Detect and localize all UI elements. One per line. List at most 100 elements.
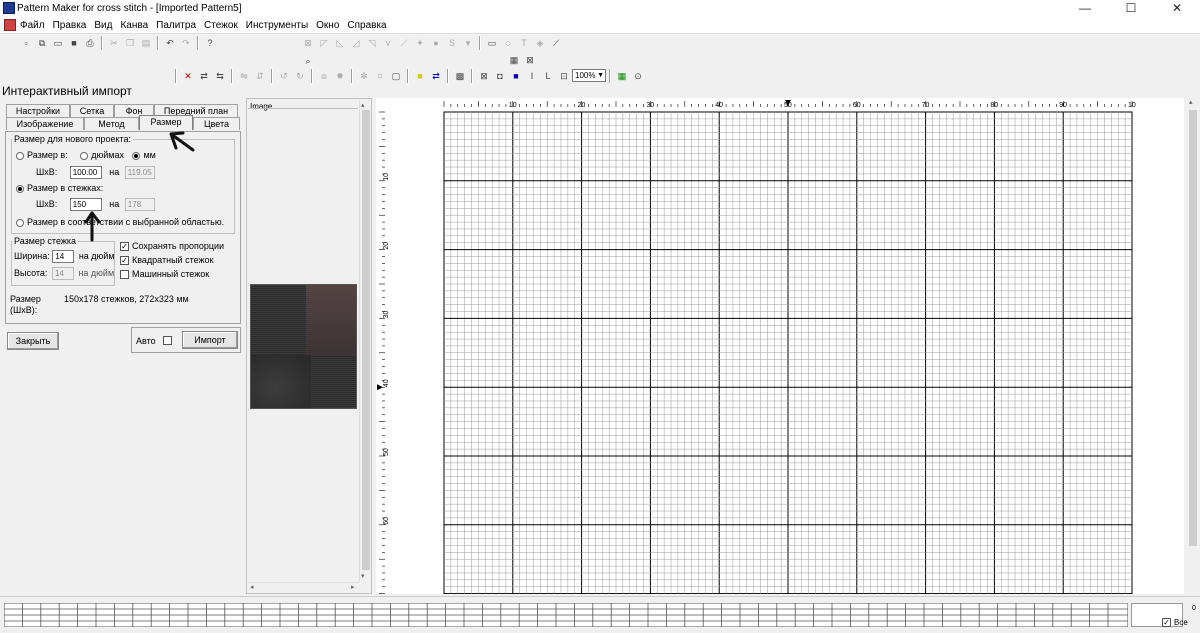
snowflake-icon[interactable]: ✼ [357,69,371,83]
half-stitch-icon[interactable]: ◸ [317,36,331,50]
minimize-button[interactable]: — [1062,0,1108,18]
grid-green-icon[interactable]: ▦ [615,69,629,83]
document-icon[interactable] [4,19,16,31]
tab-settings[interactable]: Настройки [6,104,70,117]
bead-icon[interactable]: ● [429,36,443,50]
symbol-view-icon[interactable]: ⊠ [523,53,537,67]
zoom-fit-icon[interactable]: ⊡ [557,69,571,83]
scroll-right-icon[interactable]: ▸ [351,583,355,591]
petite-stitch-icon[interactable]: ◹ [365,36,379,50]
swap-icon[interactable]: ⇆ [213,69,227,83]
close-window-button[interactable]: ✕ [1154,0,1200,18]
quarter-stitch-icon[interactable]: ◺ [333,36,347,50]
help-icon[interactable]: ? [203,36,217,50]
zoom-select[interactable]: 100% ▼ [572,69,606,82]
auto-checkbox[interactable] [163,336,172,345]
tab-grid[interactable]: Сетка [70,104,114,117]
rotate-left-icon[interactable]: ↺ [277,69,291,83]
menu-tools[interactable]: Инструменты [246,20,308,31]
copy-icon[interactable]: ❐ [123,36,137,50]
menu-stitch[interactable]: Стежок [204,20,238,31]
mirror-icon[interactable]: ⧈ [317,69,331,83]
scroll-up-icon[interactable]: ▴ [361,101,365,109]
size-in-radio[interactable] [16,151,24,160]
menu-canvas[interactable]: Канва [120,20,148,31]
delete-icon[interactable]: ✕ [181,69,195,83]
eyedropper-icon[interactable]: ⟋ [549,36,563,50]
keep-proportions-checkbox[interactable]: ✓ [120,242,129,252]
menu-help[interactable]: Справка [347,20,386,31]
chart-view-icon[interactable]: ▩ [453,69,467,83]
menu-window[interactable]: Окно [316,20,339,31]
color-icon[interactable]: ■ [413,69,427,83]
scroll-thumb[interactable] [362,110,370,570]
mm-radio[interactable] [132,151,141,160]
block-view-icon[interactable]: ■ [509,69,523,83]
replace-color-icon[interactable]: ⇄ [197,69,211,83]
cut-icon[interactable]: ✂ [107,36,121,50]
menu-view[interactable]: Вид [94,20,112,31]
cross-view-icon[interactable]: ⊠ [477,69,491,83]
close-button[interactable]: Закрыть [7,332,59,350]
menu-edit[interactable]: Правка [53,20,87,31]
text-view-icon[interactable]: I [525,69,539,83]
flip-horizontal-icon[interactable]: ⇋ [237,69,251,83]
three-quarter-icon[interactable]: ◿ [349,36,363,50]
maximize-button[interactable]: ☐ [1108,0,1154,18]
tab-method[interactable]: Метод [84,117,139,130]
canvas-vscroll[interactable]: ▴ [1186,98,1200,594]
all-checkbox[interactable]: ✓ [1162,618,1171,628]
pattern-canvas-area[interactable]: 10203040506070809010102030405060 [376,98,1184,595]
line-view-icon[interactable]: L [541,69,555,83]
rotate-right-icon[interactable]: ↻ [293,69,307,83]
text-icon[interactable]: T [517,36,531,50]
stitches-per-inch-width-input[interactable]: 14 [52,250,75,263]
preview-icon[interactable]: ⊙ [631,69,645,83]
inches-radio[interactable] [80,151,89,160]
pattern-canvas[interactable]: 10203040506070809010102030405060 [376,98,1184,595]
menu-palette[interactable]: Палитра [156,20,196,31]
rect-select-icon[interactable]: ▭ [485,36,499,50]
lasso-icon[interactable]: ◌ [501,36,515,50]
palette-grid[interactable] [4,603,1128,627]
tab-size[interactable]: Размер [139,115,193,130]
crop-icon[interactable]: ⌗ [373,69,387,83]
import-button[interactable]: Импорт [182,331,238,349]
palette-swap-icon[interactable]: ⇄ [429,69,443,83]
rotate-free-icon[interactable]: ✹ [333,69,347,83]
width-mm-input[interactable]: 100.00 [69,166,102,179]
star-icon[interactable]: ✦ [413,36,427,50]
tab-colors[interactable]: Цвета [193,117,240,130]
canvas-scroll-thumb[interactable] [1189,110,1197,546]
scroll-down-icon[interactable]: ▾ [361,572,365,580]
zoom-icon[interactable]: ⌕ [301,54,315,68]
machine-stitch-checkbox[interactable] [120,270,129,280]
save-icon[interactable]: ■ [67,36,81,50]
flip-vertical-icon[interactable]: ⇵ [253,69,267,83]
frame-icon[interactable]: ▢ [389,69,403,83]
tab-image[interactable]: Изображение [6,117,84,130]
line-icon[interactable]: ⟋ [397,36,411,50]
grid-icon[interactable]: ▦ [507,53,521,67]
paste-icon[interactable]: ▤ [139,36,153,50]
fill-icon[interactable]: ◈ [533,36,547,50]
realistic-view-icon[interactable]: ◘ [493,69,507,83]
new-file-icon[interactable]: ▫ [19,36,33,50]
stitch-width-input[interactable]: 150 [69,198,102,211]
special-stitch-icon[interactable]: S [445,36,459,50]
full-stitch-icon[interactable]: ⊠ [301,36,315,50]
canvas-scroll-up-icon[interactable]: ▴ [1189,98,1193,106]
dropdown-icon[interactable]: ▾ [461,36,475,50]
selection-size-radio[interactable] [16,218,24,227]
scroll-left-icon[interactable]: ◂ [250,583,254,591]
new-window-icon[interactable]: ⧉ [35,36,49,50]
image-pane-hscroll[interactable]: ◂ ▸ [248,582,359,593]
undo-icon[interactable]: ↶ [163,36,177,50]
print-icon[interactable]: ⎙ [83,36,97,50]
stitch-size-radio[interactable] [16,184,24,193]
square-stitch-checkbox[interactable]: ✓ [120,256,129,266]
open-icon[interactable]: ▭ [51,36,65,50]
menu-file[interactable]: Файл [20,20,45,31]
image-pane-vscroll[interactable]: ▴ ▾ [359,100,371,582]
redo-icon[interactable]: ↷ [179,36,193,50]
